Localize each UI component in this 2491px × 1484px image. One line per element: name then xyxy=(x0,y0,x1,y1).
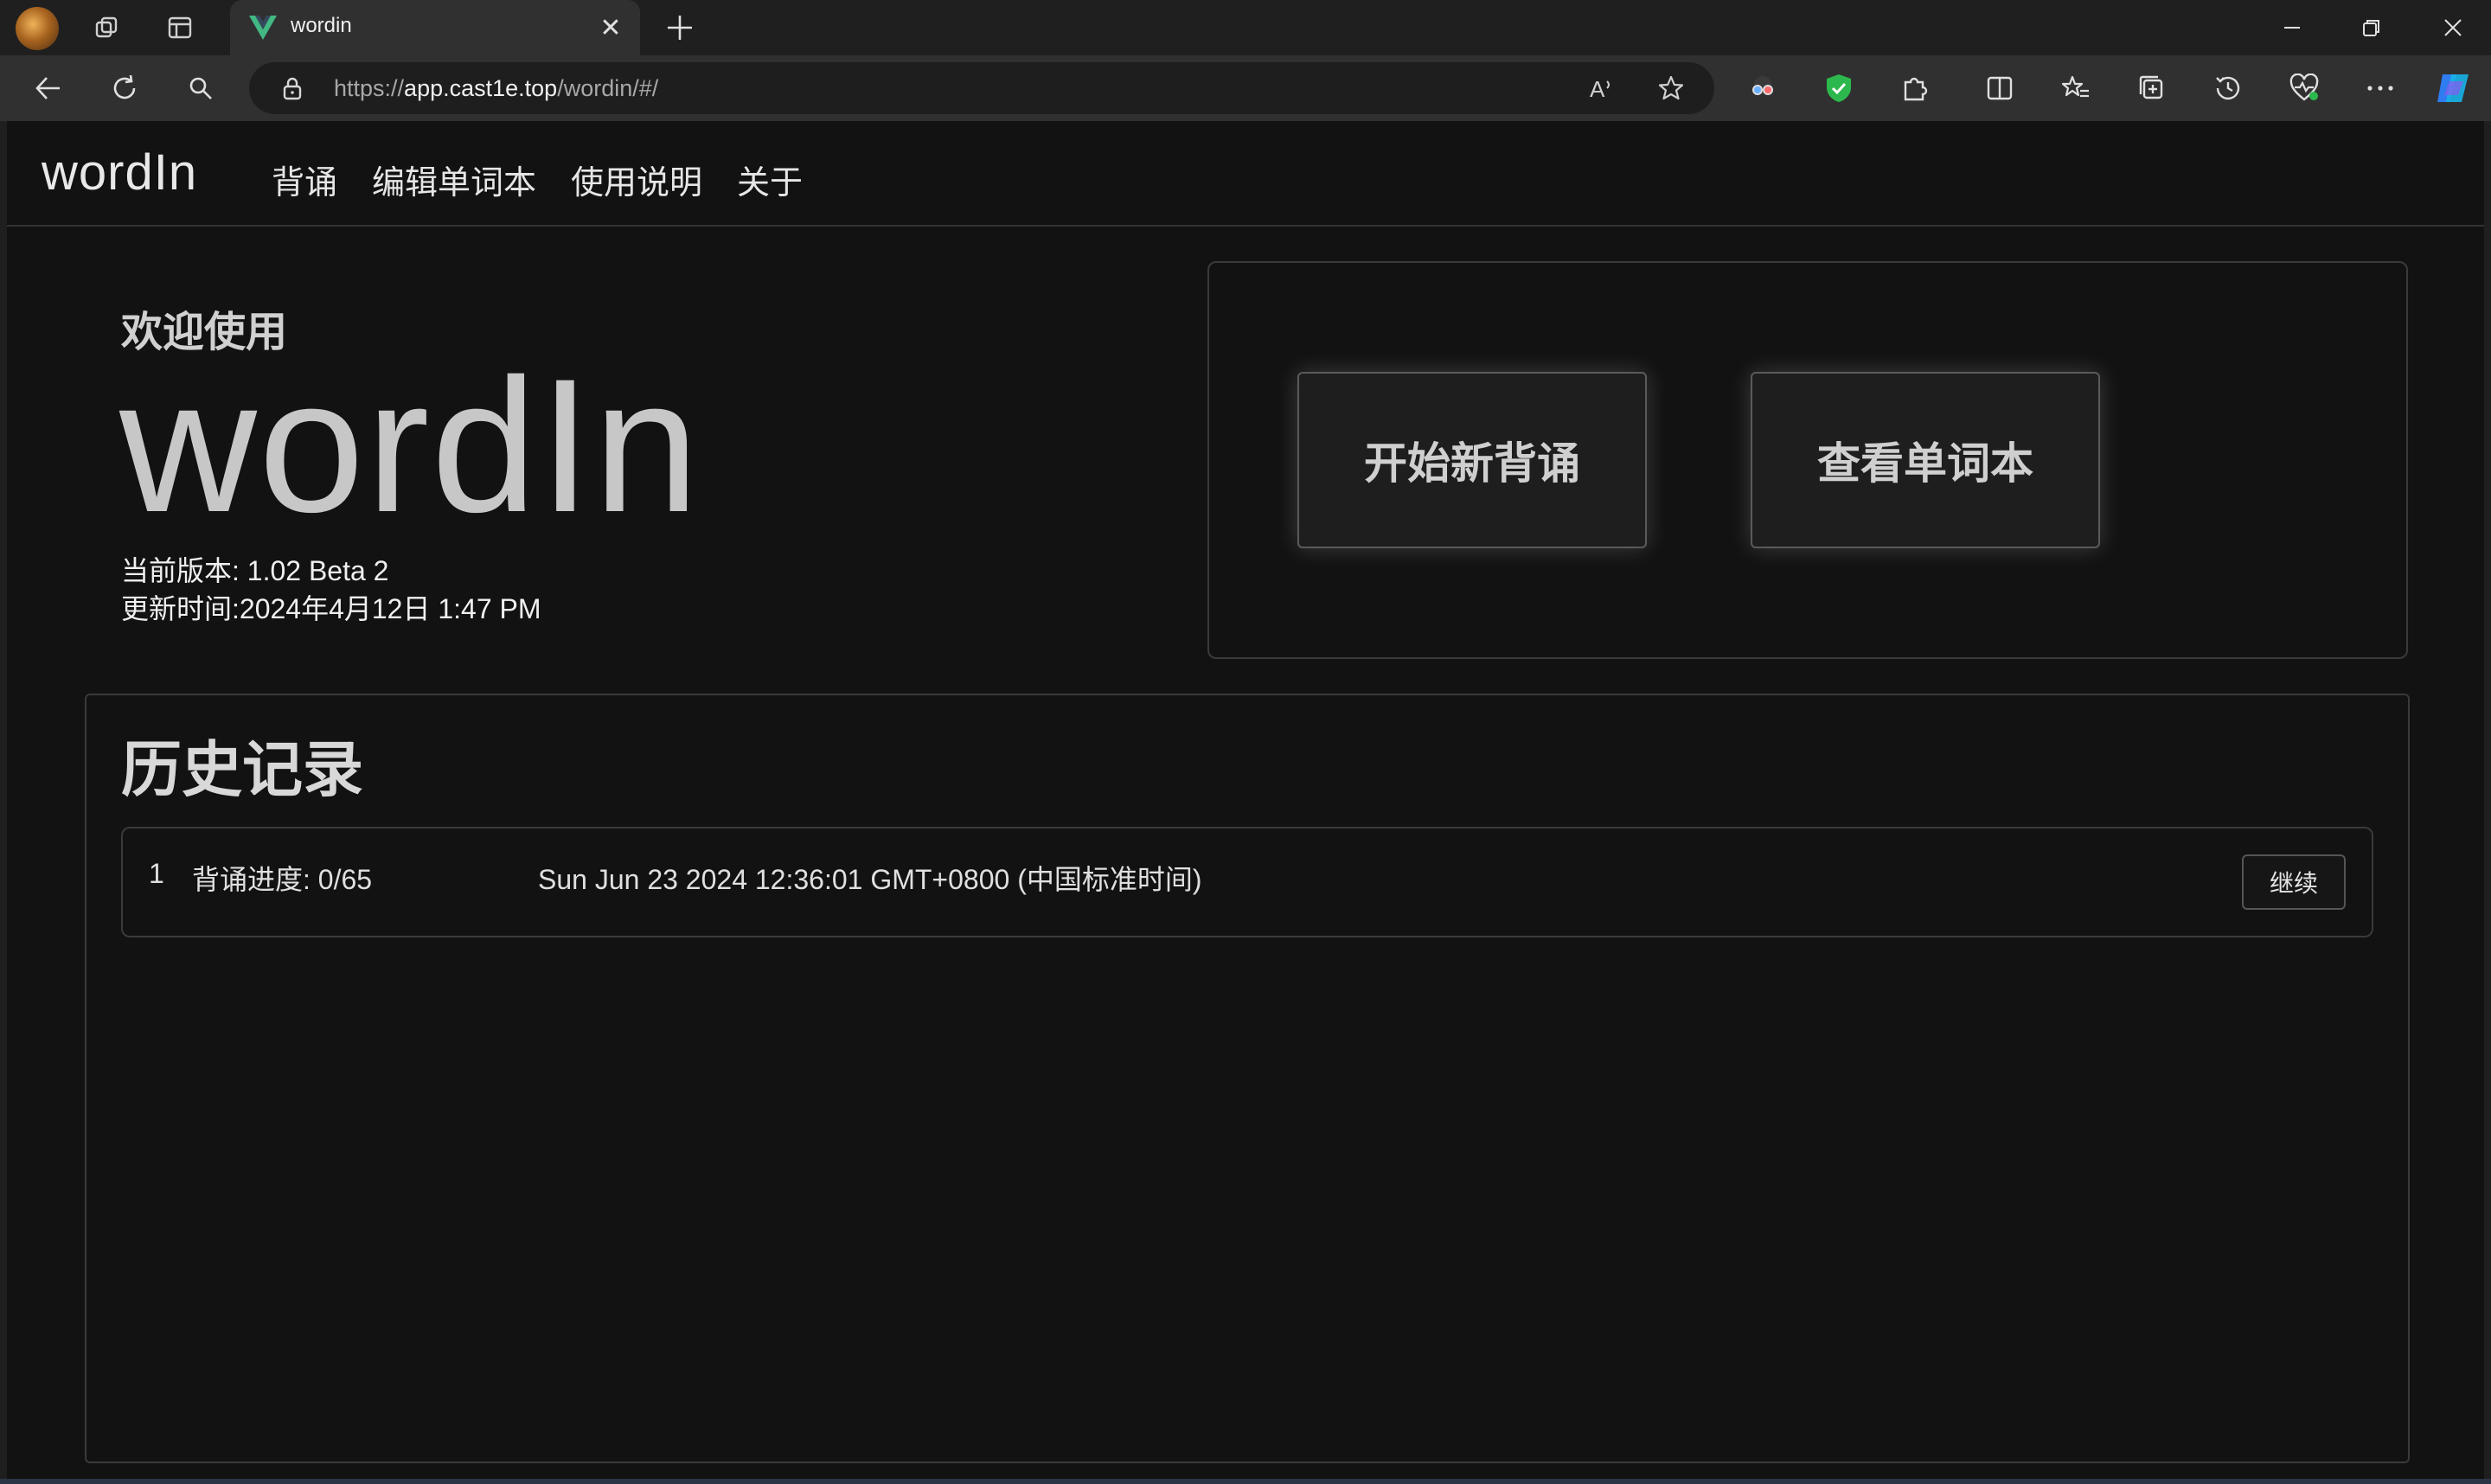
nav-about[interactable]: 关于 xyxy=(737,156,803,203)
restore-icon[interactable] xyxy=(2346,7,2398,48)
extensions-puzzle-icon[interactable] xyxy=(1894,67,1936,109)
tab-close-icon[interactable]: ✕ xyxy=(593,10,628,45)
refresh-icon[interactable] xyxy=(104,67,145,109)
close-icon[interactable] xyxy=(2427,7,2479,48)
extension-glasses-icon[interactable] xyxy=(1742,67,1783,109)
history-icon[interactable] xyxy=(2207,67,2249,109)
workspaces-icon[interactable] xyxy=(88,9,126,47)
browser-tab-active[interactable]: wordin ✕ xyxy=(230,0,640,55)
nav-edit-wordbook[interactable]: 编辑单词本 xyxy=(372,156,536,203)
minimize-icon[interactable] xyxy=(2266,7,2318,48)
browser-essentials-icon[interactable] xyxy=(2283,67,2325,109)
view-wordbook-button[interactable]: 查看单词本 xyxy=(1751,372,2100,548)
back-icon[interactable] xyxy=(28,67,69,109)
history-title: 历史记录 xyxy=(121,736,363,803)
history-row-index: 1 xyxy=(149,858,164,889)
more-icon[interactable] xyxy=(2360,67,2401,109)
history-row-time: Sun Jun 23 2024 12:36:01 GMT+0800 (中国标准时… xyxy=(538,864,1202,895)
profile-avatar[interactable] xyxy=(16,7,59,50)
browser-tab-bar: wordin ✕ xyxy=(0,0,2491,55)
version-info: 当前版本: 1.02 Beta 2 更新时间:2024年4月12日 1:47 P… xyxy=(121,552,541,628)
nav-instructions[interactable]: 使用说明 xyxy=(571,156,702,203)
split-screen-icon[interactable] xyxy=(1979,67,2020,109)
welcome-title: wordIn xyxy=(119,339,701,552)
favorites-icon[interactable] xyxy=(2055,67,2097,109)
history-row-progress: 背诵进度: 0/65 xyxy=(192,864,373,895)
tab-actions-icon[interactable] xyxy=(161,9,199,47)
search-icon[interactable] xyxy=(180,67,221,109)
continue-button[interactable]: 继续 xyxy=(2242,854,2346,910)
browser-toolbar: https://app.cast1e.top/wordin/#/ A xyxy=(0,55,2491,121)
nav-recite[interactable]: 背诵 xyxy=(272,156,337,203)
lock-icon[interactable] xyxy=(280,76,304,100)
svg-text:A: A xyxy=(1590,76,1605,102)
read-aloud-icon[interactable]: A xyxy=(1586,73,1617,104)
url-text: https://app.cast1e.top/wordin/#/ xyxy=(334,75,659,101)
app-page: wordIn 背诵 编辑单词本 使用说明 关于 欢迎使用 wordIn 当前版本… xyxy=(7,121,2484,1479)
vue-logo-icon xyxy=(249,16,277,40)
taskbar-edge xyxy=(0,1479,2491,1484)
favorite-star-icon[interactable] xyxy=(1655,73,1687,104)
history-row: 1 背诵进度: 0/65 Sun Jun 23 2024 12:36:01 GM… xyxy=(121,827,2373,937)
version-line: 当前版本: 1.02 Beta 2 xyxy=(121,555,389,586)
extension-shield-icon[interactable] xyxy=(1818,67,1860,109)
copilot-icon[interactable] xyxy=(2432,67,2474,109)
history-card: 历史记录 1 背诵进度: 0/65 Sun Jun 23 2024 12:36:… xyxy=(85,694,2410,1463)
new-tab-icon[interactable] xyxy=(659,7,701,48)
app-brand[interactable]: wordIn xyxy=(42,144,197,201)
nav-links: 背诵 编辑单词本 使用说明 关于 xyxy=(272,156,803,203)
update-time-line: 更新时间:2024年4月12日 1:47 PM xyxy=(121,593,541,624)
address-bar[interactable]: https://app.cast1e.top/wordin/#/ A xyxy=(249,62,1714,114)
actions-card: 开始新背诵 查看单词本 xyxy=(1207,261,2408,659)
collections-icon[interactable] xyxy=(2131,67,2173,109)
tab-title: wordin xyxy=(291,14,352,37)
start-new-recite-button[interactable]: 开始新背诵 xyxy=(1297,372,1647,548)
app-navbar: wordIn 背诵 编辑单词本 使用说明 关于 xyxy=(7,121,2484,227)
